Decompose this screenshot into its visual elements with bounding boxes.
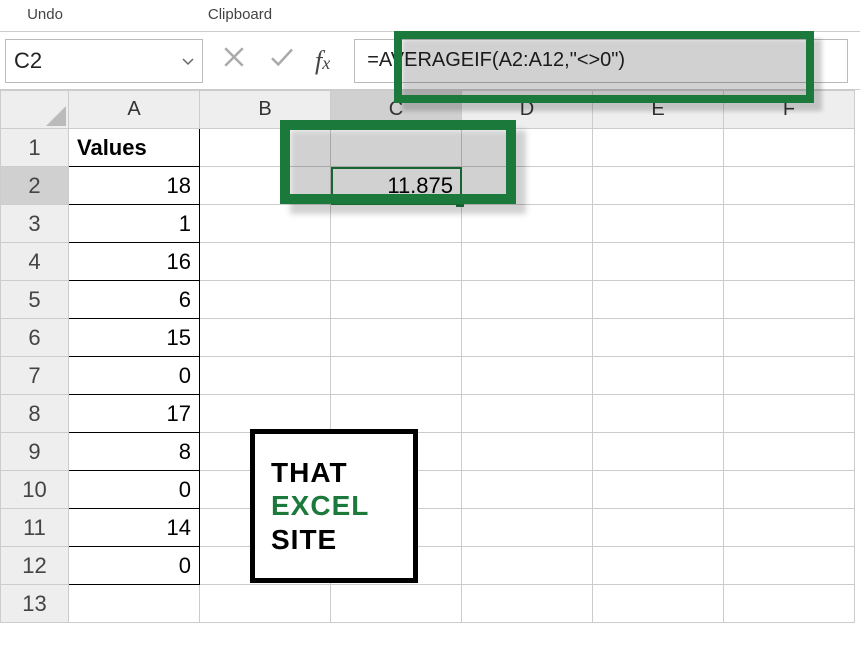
row-header-9[interactable]: 9 [1, 433, 69, 471]
select-all-corner[interactable] [1, 91, 69, 129]
row-header-2[interactable]: 2 [1, 167, 69, 205]
cell-e1[interactable] [593, 129, 724, 167]
enter-icon[interactable] [267, 42, 297, 79]
logo-line1: THAT [271, 456, 413, 490]
name-box[interactable]: C2 [5, 39, 203, 83]
row-header-8[interactable]: 8 [1, 395, 69, 433]
cell-a6[interactable]: 15 [69, 319, 200, 357]
row-header-3[interactable]: 3 [1, 205, 69, 243]
col-header-a[interactable]: A [69, 91, 200, 129]
ribbon-label-undo: Undo [0, 0, 90, 31]
site-logo: THAT EXCEL SITE [250, 429, 418, 583]
ribbon-group-labels: Undo Clipboard [0, 0, 860, 32]
row-header-10[interactable]: 10 [1, 471, 69, 509]
cell-a2[interactable]: 18 [69, 167, 200, 205]
logo-line3: SITE [271, 523, 413, 557]
cell-f2[interactable] [724, 167, 855, 205]
row-header-1[interactable]: 1 [1, 129, 69, 167]
name-box-value: C2 [14, 48, 42, 74]
annotation-shadow [290, 130, 526, 214]
cell-a11[interactable]: 14 [69, 509, 200, 547]
logo-line2: EXCEL [271, 489, 413, 523]
cell-a4[interactable]: 16 [69, 243, 200, 281]
annotation-shadow [402, 39, 822, 111]
row-header-13[interactable]: 13 [1, 585, 69, 623]
chevron-down-icon[interactable] [182, 53, 194, 69]
col-header-b[interactable]: B [200, 91, 331, 129]
cancel-icon[interactable] [219, 42, 249, 79]
row-header-11[interactable]: 11 [1, 509, 69, 547]
cell-a3[interactable]: 1 [69, 205, 200, 243]
cell-a5[interactable]: 6 [69, 281, 200, 319]
row-header-12[interactable]: 12 [1, 547, 69, 585]
cell-a10[interactable]: 0 [69, 471, 200, 509]
fx-icon[interactable]: fx [315, 46, 338, 76]
row-header-6[interactable]: 6 [1, 319, 69, 357]
cell-f1[interactable] [724, 129, 855, 167]
cell-a8[interactable]: 17 [69, 395, 200, 433]
cell-a7[interactable]: 0 [69, 357, 200, 395]
row-header-5[interactable]: 5 [1, 281, 69, 319]
ribbon-label-clipboard: Clipboard [90, 0, 390, 31]
cell-a1[interactable]: Values [69, 129, 200, 167]
cell-a12[interactable]: 0 [69, 547, 200, 585]
cell-a9[interactable]: 8 [69, 433, 200, 471]
cell-e2[interactable] [593, 167, 724, 205]
row-header-7[interactable]: 7 [1, 357, 69, 395]
spreadsheet: A B C D E F 1 Values 2 18 11.875 31 416 [0, 90, 860, 623]
row-header-4[interactable]: 4 [1, 243, 69, 281]
